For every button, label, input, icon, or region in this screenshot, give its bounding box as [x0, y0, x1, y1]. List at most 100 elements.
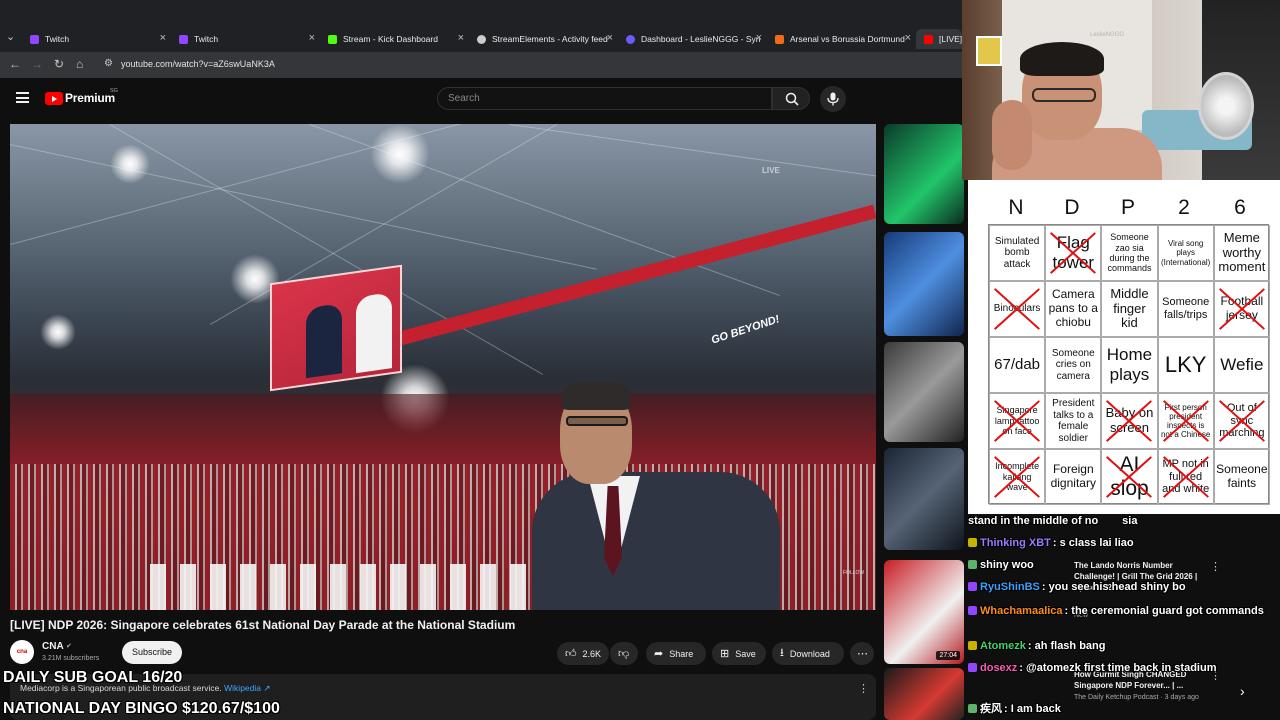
bingo-cell: Camera pans to a chiobu	[1045, 281, 1102, 337]
bingo-cell-text: President talks to a female soldier	[1052, 398, 1095, 444]
video-player[interactable]: GO BEYOND! LIVE FOLLOW	[10, 124, 876, 610]
chat-badge-icon	[968, 663, 977, 672]
bingo-cell: Flag tower	[1045, 225, 1102, 281]
tab-close-icon[interactable]: ×	[309, 32, 315, 44]
recommendation-thumbnail[interactable]	[884, 668, 964, 720]
bingo-cell-text: Someone falls/trips	[1162, 296, 1210, 321]
chat-message: 疾风: I am back	[968, 700, 1280, 716]
share-label: Share	[669, 648, 694, 659]
bingo-cell-text: Binoculars	[993, 303, 1041, 315]
search-button[interactable]	[772, 87, 810, 110]
channel-avatar[interactable]: cna	[10, 640, 34, 664]
tab-youtube-live[interactable]: [LIVE] N	[916, 29, 962, 49]
daily-sub-goal: DAILY SUB GOAL 16/20	[3, 669, 183, 686]
bingo-cell-text: Viral song plays (International)	[1160, 239, 1211, 267]
site-info-icon[interactable]: ⚙	[104, 58, 113, 69]
address-bar: ← → ↻ ⌂ ⚙ youtube.com/watch?v=aZ6swUaNK3…	[0, 52, 962, 78]
wikipedia-link[interactable]: Wikipedia ↗	[224, 683, 270, 693]
subscribe-button[interactable]: Subscribe	[122, 641, 182, 664]
tab-twitch-1[interactable]: Twitch ×	[30, 29, 170, 49]
chat-badge-icon	[968, 704, 977, 713]
bingo-cell-text: Singapore lamp tattoo on face	[994, 405, 1040, 437]
youtube-premium-logo[interactable]: Premium	[65, 91, 115, 105]
stadium-light	[40, 314, 76, 350]
bingo-cell-text: Baby on screen	[1105, 405, 1154, 435]
bookmark-icon: ⊞	[720, 648, 730, 660]
bingo-card: N D P 2 6 Simulated bomb attack Flag towe…	[968, 180, 1280, 514]
screen-figure	[306, 303, 342, 379]
streamer-glasses	[1032, 88, 1096, 102]
recommendation-thumbnail[interactable]	[884, 232, 964, 336]
more-vertical-icon[interactable]: ⋮	[858, 682, 869, 695]
bingo-cell: Simulated bomb attack	[989, 225, 1046, 281]
tab-close-icon[interactable]: ×	[458, 32, 464, 44]
search-input[interactable]: Search	[437, 87, 772, 110]
bingo-cell-text: LKY	[1164, 352, 1207, 378]
forward-arrow-icon[interactable]: →	[31, 57, 43, 71]
reload-icon[interactable]: ↻	[54, 57, 64, 71]
streamer-hair	[1020, 42, 1104, 76]
recommendation-thumbnail[interactable]: 27:04	[884, 560, 964, 664]
youtube-masthead: Premium SG Search	[0, 80, 962, 118]
tab-streamelements[interactable]: StreamElements - Activity feed ×	[477, 29, 617, 49]
bingo-cell: Singapore lamp tattoo on face	[989, 393, 1046, 449]
president-glasses	[566, 416, 628, 426]
bingo-donation-goal: NATIONAL DAY BINGO $120.67/$100	[3, 700, 280, 717]
tab-twitch-2[interactable]: Twitch ×	[179, 29, 319, 49]
tab-label: StreamElements - Activity feed	[492, 34, 608, 44]
chat-text: you see his head shiny bo	[1048, 581, 1186, 593]
tab-close-icon[interactable]: ×	[905, 32, 911, 44]
channel-name[interactable]: CNA	[42, 641, 64, 652]
bingo-cell: LKY	[1157, 337, 1214, 393]
recommendation-thumbnail[interactable]	[884, 342, 964, 442]
bingo-header-letter: P	[1120, 196, 1135, 219]
dislike-button[interactable]: 👎︎	[610, 642, 638, 665]
youtube-logo-icon[interactable]	[45, 92, 63, 105]
hamburger-menu-icon[interactable]	[16, 92, 29, 103]
verified-icon: ✔	[66, 643, 72, 650]
streamer-hand	[992, 100, 1032, 170]
president-hair	[562, 382, 630, 410]
bingo-cell-text: Foreign dignitary	[1050, 462, 1096, 490]
recommendation-thumbnail[interactable]	[884, 448, 964, 550]
tab-close-icon[interactable]: ×	[756, 32, 762, 44]
recommendation-thumbnail[interactable]	[884, 124, 964, 224]
chat-text: the ceremonial guard got commands	[1071, 605, 1264, 617]
tab-kick-dashboard[interactable]: Stream - Kick Dashboard ×	[328, 29, 468, 49]
bingo-cell-text: Someone faints	[1216, 462, 1268, 490]
download-button[interactable]: ⭳ Download	[772, 642, 844, 665]
url-field[interactable]: youtube.com/watch?v=aZ6swUaNK3A	[121, 59, 275, 69]
bingo-cell-text: Football jersey	[1220, 294, 1264, 322]
home-icon[interactable]: ⌂	[76, 57, 83, 71]
bingo-cell: Out of sync marching	[1213, 393, 1270, 449]
tab-arsenal[interactable]: Arsenal vs Borussia Dortmund ×	[775, 29, 915, 49]
twitch-icon	[179, 34, 188, 44]
share-button[interactable]: ➦ Share	[646, 642, 706, 665]
tab-close-icon[interactable]: ×	[160, 32, 166, 44]
save-button[interactable]: ⊞ Save	[712, 642, 766, 665]
download-label: Download	[789, 648, 830, 659]
live-watermark: LIVE	[762, 166, 780, 175]
tab-search-chevron-icon[interactable]: ⌄	[6, 30, 15, 43]
tab-dashboard[interactable]: Dashboard - LeslieNGGG - Syn ×	[626, 29, 766, 49]
chat-message: dosexz: @atomezk first time back in stad…	[968, 662, 1280, 674]
bingo-cell-text: AI slop	[1110, 452, 1149, 500]
like-button[interactable]: 👍︎ 2.6K	[557, 642, 609, 665]
bingo-cell-text: Meme worthy moment	[1218, 229, 1266, 275]
bingo-cell-text: 67/dab	[994, 356, 1041, 374]
chat-username: Thinking XBT	[980, 537, 1051, 549]
back-arrow-icon[interactable]: ←	[9, 57, 21, 71]
webcam-poster	[976, 36, 1002, 66]
webcam-fan	[1198, 72, 1254, 140]
tab-close-icon[interactable]: ×	[607, 32, 613, 44]
voice-search-button[interactable]	[820, 86, 846, 112]
chat-text: shiny woo	[980, 559, 1034, 571]
chat-badge-icon	[968, 538, 977, 547]
more-actions-button[interactable]: ⋯	[850, 642, 874, 665]
bingo-header-letter: 2	[1178, 196, 1190, 219]
search-icon	[785, 92, 799, 106]
bingo-cell: Baby on screen	[1101, 393, 1158, 449]
tab-label: Dashboard - LeslieNGGG - Syn	[641, 34, 761, 44]
streamer-webcam: LeslieNGGG	[962, 0, 1280, 180]
bingo-cell: Wefie	[1213, 337, 1270, 393]
